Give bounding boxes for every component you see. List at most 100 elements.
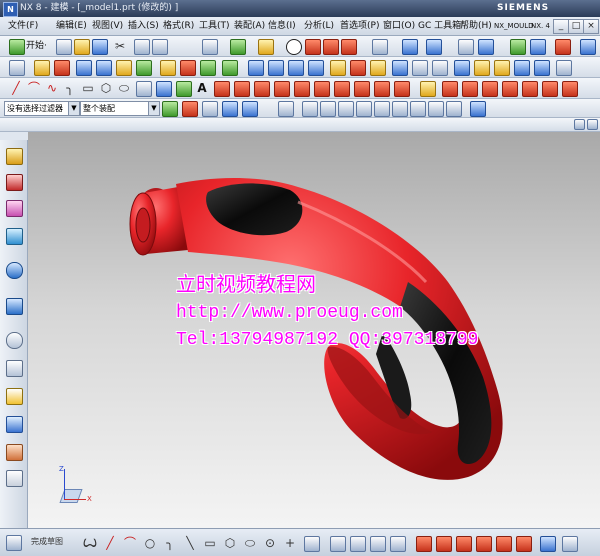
palette-icon[interactable] <box>6 470 23 487</box>
smooth-curve-icon[interactable] <box>562 81 578 97</box>
menu-assembly[interactable]: 装配(A) <box>234 20 265 32</box>
sketch-pattern-icon[interactable] <box>330 536 346 552</box>
silhouette-icon[interactable] <box>502 81 518 97</box>
polygon-icon[interactable]: ⬡ <box>98 80 114 96</box>
project-curve-icon[interactable] <box>254 81 270 97</box>
deselect-icon[interactable] <box>202 101 218 117</box>
trim-curve-icon[interactable] <box>354 81 370 97</box>
mirror-icon[interactable] <box>392 60 408 76</box>
snap-intersection-icon[interactable] <box>356 101 372 117</box>
graphics-window[interactable]: 立时视频教程网 http://www.proeug.com Tel:137949… <box>28 132 600 528</box>
snap-center-icon[interactable] <box>374 101 390 117</box>
cylinder-icon[interactable] <box>96 60 112 76</box>
sketch-view-icon[interactable] <box>540 536 556 552</box>
sketch-trim-icon[interactable] <box>370 536 386 552</box>
sketch-point-icon[interactable]: ⊙ <box>262 535 278 551</box>
extrude-icon[interactable] <box>34 60 50 76</box>
curve-analysis-icon[interactable] <box>442 81 458 97</box>
text-icon[interactable]: A <box>194 80 210 96</box>
rectangle-select-icon[interactable] <box>278 101 294 117</box>
sketch-circle-icon[interactable]: ○ <box>142 535 158 551</box>
rebuild-curve-icon[interactable] <box>542 81 558 97</box>
swept-icon[interactable] <box>494 60 510 76</box>
menu-format[interactable]: 格式(R) <box>163 20 194 32</box>
web-browser-icon[interactable] <box>6 262 23 279</box>
sketch-polygon-icon[interactable]: ⬡ <box>222 535 238 551</box>
sketch-rectangle-icon[interactable]: ▭ <box>202 535 218 551</box>
background-icon[interactable] <box>372 39 388 55</box>
system-materials-icon[interactable] <box>6 360 23 377</box>
offset-face-icon[interactable] <box>330 60 346 76</box>
snap-on-curve-icon[interactable] <box>428 101 444 117</box>
roles-icon[interactable] <box>6 416 23 433</box>
reuse-library-icon[interactable] <box>6 228 23 245</box>
chamfer-icon[interactable] <box>268 60 284 76</box>
sketch-show-constraints-icon[interactable] <box>476 536 492 552</box>
draft-icon[interactable] <box>308 60 324 76</box>
select-face-icon[interactable] <box>222 101 238 117</box>
intersection-curve-icon[interactable] <box>274 81 290 97</box>
sketch-constraint-icon[interactable] <box>436 536 452 552</box>
block-icon[interactable] <box>76 60 92 76</box>
sketch-icon[interactable] <box>9 60 25 76</box>
isoparametric-icon[interactable] <box>482 81 498 97</box>
face-blend-icon[interactable] <box>534 60 550 76</box>
menu-analysis[interactable]: 分析(L) <box>304 20 334 32</box>
wcs-icon[interactable] <box>402 39 418 55</box>
face-analysis-icon[interactable] <box>341 39 357 55</box>
restore-button[interactable]: □ <box>568 19 584 34</box>
history-icon[interactable] <box>6 298 23 315</box>
type-filter-select[interactable]: 没有选择过滤器 ▼ <box>4 101 80 116</box>
constraint-navigator-icon[interactable] <box>6 174 23 191</box>
section-curve-icon[interactable] <box>294 81 310 97</box>
sketch-chamfer-icon[interactable]: ╲ <box>182 535 198 551</box>
part-navigator-icon[interactable] <box>478 39 494 55</box>
through-curves-icon[interactable] <box>474 60 490 76</box>
static-wireframe-icon[interactable] <box>323 39 339 55</box>
render-style-icon[interactable] <box>258 39 274 55</box>
extract-curve-icon[interactable] <box>314 81 330 97</box>
sketch-plus-icon[interactable]: + <box>282 535 298 551</box>
datum-plane-icon[interactable] <box>222 60 238 76</box>
snap-quadrant-icon[interactable] <box>392 101 408 117</box>
snap-existing-icon[interactable] <box>410 101 426 117</box>
hole-icon[interactable] <box>116 60 132 76</box>
sketch-finish-icon[interactable] <box>6 535 22 551</box>
part-navigator-icon[interactable] <box>6 200 23 217</box>
subtract-icon[interactable] <box>180 60 196 76</box>
menu-info[interactable]: 信息(I) <box>268 20 296 32</box>
revolve-icon[interactable] <box>54 60 70 76</box>
sketch-mirror-icon[interactable] <box>350 536 366 552</box>
measure-icon[interactable] <box>510 39 526 55</box>
thicken-icon[interactable] <box>432 60 448 76</box>
unite-icon[interactable] <box>160 60 176 76</box>
sketch-convert-icon[interactable] <box>496 536 512 552</box>
snap-icon[interactable] <box>555 39 571 55</box>
rectangle-icon[interactable]: ▭ <box>80 80 96 96</box>
view-selection-icon[interactable] <box>470 101 486 117</box>
spline-icon[interactable]: ∿ <box>44 80 60 96</box>
user-roles-icon[interactable] <box>6 444 23 461</box>
assembly-navigator-icon[interactable] <box>6 148 23 165</box>
arc-icon[interactable]: ⌒ <box>26 80 42 96</box>
edge-blend-icon[interactable] <box>248 60 264 76</box>
menu-view[interactable]: 视图(V) <box>92 20 123 32</box>
edit-curve-icon[interactable] <box>420 81 436 97</box>
split-body-icon[interactable] <box>370 60 386 76</box>
more-icon[interactable] <box>580 39 596 55</box>
point-icon[interactable] <box>136 81 152 97</box>
selection-filter-icon[interactable] <box>162 101 178 117</box>
divide-curve-icon[interactable] <box>374 81 390 97</box>
menu-window[interactable]: 窗口(O) <box>383 20 415 32</box>
process-studio-icon[interactable] <box>6 388 23 405</box>
offset-curve-icon[interactable] <box>214 81 230 97</box>
fillet-curve-icon[interactable]: ╮ <box>62 80 78 96</box>
snap-midpoint-icon[interactable] <box>320 101 336 117</box>
open-folder-icon[interactable] <box>74 39 90 55</box>
close-button[interactable]: × <box>583 19 599 34</box>
fit-view-icon[interactable] <box>202 39 218 55</box>
layer-icon[interactable] <box>426 39 442 55</box>
shell-icon[interactable] <box>288 60 304 76</box>
copy-icon[interactable] <box>134 39 150 55</box>
sketch-arc-icon[interactable]: ⌒ <box>122 535 138 551</box>
